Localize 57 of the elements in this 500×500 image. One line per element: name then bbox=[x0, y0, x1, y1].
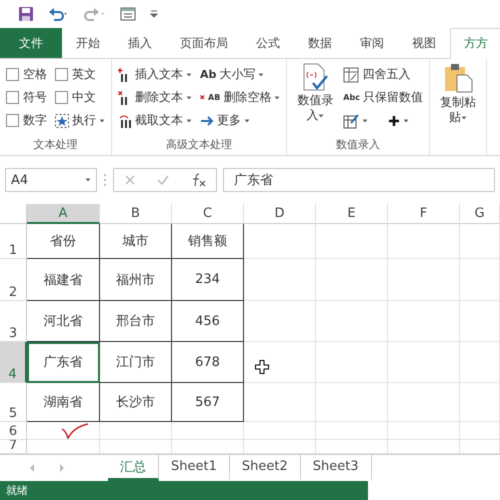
glyph-icon: Ab bbox=[200, 68, 216, 81]
ribbon-button[interactable]: Ab 大小写 bbox=[200, 66, 280, 83]
ribbon-tab[interactable]: 方方 bbox=[450, 28, 500, 59]
row-header[interactable]: 4 bbox=[0, 342, 27, 383]
table-cell: 福建省 bbox=[27, 259, 100, 301]
table-cell: 湖南省 bbox=[27, 383, 100, 422]
group-label: 数值录入 bbox=[335, 137, 382, 153]
table-cell: 456 bbox=[172, 301, 244, 342]
ribbon-button[interactable]: AB 删除空格 bbox=[200, 89, 280, 106]
sheet-tab[interactable]: Sheet3 bbox=[300, 455, 372, 481]
ribbon-button[interactable]: Abc 只保留数值 bbox=[343, 89, 423, 106]
ribbon-button[interactable]: 更多 bbox=[200, 112, 280, 129]
row-header[interactable]: 2 bbox=[0, 259, 27, 301]
column-header[interactable]: A bbox=[27, 204, 100, 224]
table-cell: 678 bbox=[172, 342, 244, 383]
ribbon-tab[interactable]: 文件 bbox=[0, 28, 62, 58]
row-header[interactable]: 1 bbox=[0, 224, 27, 259]
name-box[interactable]: A4 bbox=[5, 168, 97, 192]
run-button[interactable]: 执行 bbox=[55, 112, 105, 129]
table-cell: 销售额 bbox=[172, 224, 244, 259]
column-header[interactable]: D bbox=[244, 204, 316, 224]
table-cell: 城市 bbox=[100, 224, 172, 259]
table-cell: 234 bbox=[172, 259, 244, 301]
column-header[interactable]: G bbox=[460, 204, 500, 224]
sheet-tab[interactable]: 汇总 bbox=[108, 455, 159, 481]
table-cell: 长沙市 bbox=[100, 383, 172, 422]
group-label: 高级文本处理 bbox=[165, 137, 234, 153]
group-label: 文本处理 bbox=[32, 137, 78, 153]
table-cell: 邢台市 bbox=[100, 301, 172, 342]
column-header[interactable]: E bbox=[316, 204, 388, 224]
column-header[interactable]: B bbox=[100, 204, 172, 224]
table-cell: 567 bbox=[172, 383, 244, 422]
column-header[interactable]: F bbox=[388, 204, 460, 224]
table-cell: 省份 bbox=[27, 224, 100, 259]
paste-button[interactable]: 复制粘贴 bbox=[436, 63, 480, 155]
ribbon-button[interactable]: 四舍五入 bbox=[343, 66, 423, 83]
table-cell: 江门市 bbox=[100, 342, 172, 383]
table-cell: 广东省 bbox=[27, 342, 100, 383]
checkbox-label: 英文 bbox=[72, 66, 96, 83]
table-cell: 福州市 bbox=[100, 259, 172, 301]
ribbon-button[interactable]: 插入文本 bbox=[118, 66, 192, 83]
row-header[interactable]: 6 bbox=[0, 422, 27, 440]
checkbox-label: 符号 bbox=[23, 89, 47, 106]
ribbon-button[interactable]: 删除文本 bbox=[118, 89, 192, 106]
table-cell: 河北省 bbox=[27, 301, 100, 342]
glyph-icon: Abc bbox=[343, 93, 360, 102]
checkbox-label: 空格 bbox=[23, 66, 47, 83]
status-bar: 就绪 bbox=[0, 481, 368, 500]
formula-field[interactable]: 广东省 bbox=[223, 168, 495, 192]
checkbox-label: 数字 bbox=[23, 112, 47, 129]
glyph-icon: AB bbox=[208, 93, 220, 102]
column-header[interactable]: C bbox=[172, 204, 244, 224]
row-header[interactable]: 3 bbox=[0, 301, 27, 342]
row-header[interactable]: 5 bbox=[0, 383, 27, 422]
number-entry-button[interactable]: 数值录入 bbox=[293, 63, 338, 137]
ribbon-button[interactable]: 截取文本 bbox=[118, 112, 192, 129]
checkbox-label: 中文 bbox=[72, 89, 96, 106]
